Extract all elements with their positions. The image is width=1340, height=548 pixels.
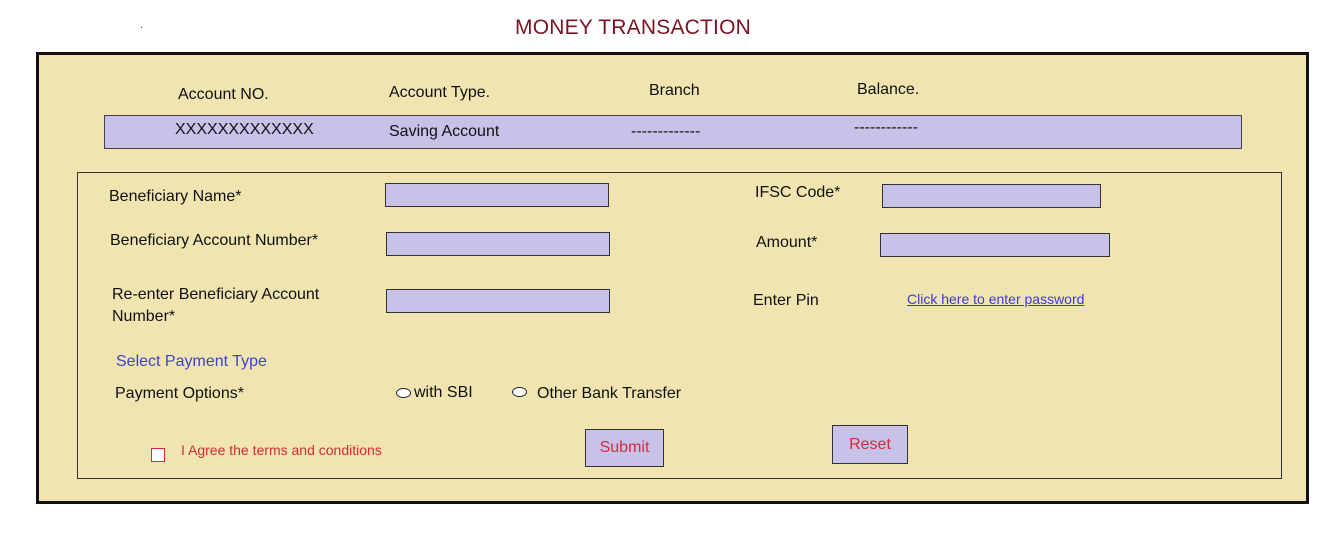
reenter-account-label-line1: Re-enter Beneficiary Account [112, 286, 320, 303]
reset-button[interactable]: Reset [832, 425, 908, 464]
submit-button[interactable]: Submit [585, 429, 664, 467]
radio-other-bank[interactable] [512, 387, 527, 397]
option-other-label: Other Bank Transfer [537, 385, 682, 402]
option-sbi-label: with SBI [414, 384, 473, 401]
amount-input[interactable] [880, 233, 1110, 257]
reenter-account-input[interactable] [386, 289, 610, 313]
account-number-value: XXXXXXXXXXXXX [175, 121, 314, 138]
beneficiary-account-label: Beneficiary Account Number* [110, 232, 319, 249]
header-branch: Branch [649, 82, 700, 99]
ifsc-label: IFSC Code* [755, 184, 841, 201]
beneficiary-account-input[interactable] [386, 232, 610, 256]
amount-label: Amount* [756, 234, 818, 251]
header-account-type: Account Type. [389, 84, 491, 101]
account-type-value: Saving Account [389, 123, 500, 140]
reenter-account-label: Re-enter Beneficiary Account Number* [112, 284, 319, 328]
header-account-no: Account NO. [178, 86, 269, 103]
agree-checkbox[interactable] [151, 448, 165, 462]
transfer-form: Beneficiary Name* Beneficiary Account Nu… [77, 172, 1282, 479]
beneficiary-name-label: Beneficiary Name* [109, 188, 242, 205]
beneficiary-name-input[interactable] [385, 183, 609, 207]
payment-options-label: Payment Options* [115, 385, 244, 402]
payment-type-heading: Select Payment Type [116, 353, 267, 370]
ifsc-input[interactable] [882, 184, 1101, 208]
enter-password-link[interactable]: Click here to enter password [907, 291, 1084, 307]
radio-with-sbi[interactable] [396, 388, 411, 398]
branch-value: ------------- [631, 123, 701, 140]
reenter-account-label-line2: Number* [112, 308, 176, 325]
account-info-row: XXXXXXXXXXXXX Saving Account -----------… [104, 115, 1242, 149]
balance-value: ------------ [854, 119, 918, 136]
header-balance: Balance. [857, 81, 920, 98]
pin-label: Enter Pin [753, 292, 819, 309]
transaction-panel: Account NO. Account Type. Branch Balance… [36, 52, 1309, 504]
page-title: MONEY TRANSACTION [515, 16, 751, 39]
agree-terms-label: I Agree the terms and conditions [181, 442, 382, 458]
